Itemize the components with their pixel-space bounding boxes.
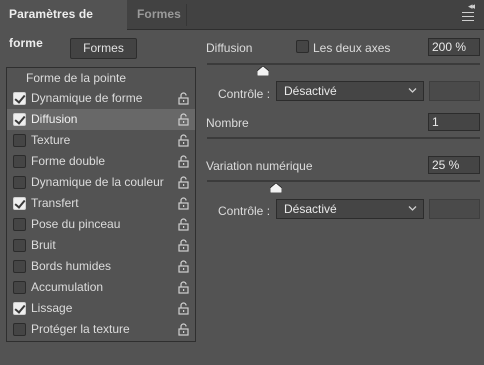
tab-divider — [186, 4, 187, 26]
brush-option-item[interactable]: Dynamique de forme — [7, 88, 195, 109]
lock-icon[interactable] — [178, 281, 189, 294]
lock-icon[interactable] — [178, 260, 189, 273]
option-checkbox[interactable] — [13, 92, 26, 105]
lock-icon[interactable] — [178, 197, 189, 210]
collapse-icon[interactable]: ◂◂ — [468, 1, 475, 12]
count-control-label: Contrôle : — [218, 204, 271, 218]
brush-option-item[interactable]: Dynamique de la couleur — [7, 172, 195, 193]
count-jitter-slider-track[interactable] — [207, 180, 480, 182]
option-label: Texture — [31, 133, 71, 147]
brush-option-item[interactable]: Bords humides — [7, 256, 195, 277]
scatter-control-extra-field — [429, 81, 480, 101]
option-label: Transfert — [31, 196, 79, 210]
count-control-value: Désactivé — [284, 202, 337, 216]
tab-brushes[interactable]: Formes — [137, 0, 181, 30]
option-checkbox[interactable] — [13, 302, 26, 315]
count-value-input[interactable]: 1 — [428, 113, 480, 131]
lock-icon[interactable] — [178, 92, 189, 105]
brush-option-item[interactable]: Protéger la texture — [7, 319, 195, 340]
both-axes-label: Les deux axes — [313, 41, 391, 55]
lock-icon[interactable] — [178, 218, 189, 231]
count-jitter-value-input[interactable]: 25 % — [428, 156, 480, 174]
option-checkbox[interactable] — [13, 218, 26, 231]
lock-icon[interactable] — [178, 155, 189, 168]
option-label: Accumulation — [31, 280, 104, 294]
hamburger-menu-icon[interactable] — [462, 12, 474, 21]
option-checkbox[interactable] — [13, 239, 26, 252]
option-checkbox[interactable] — [13, 134, 26, 147]
lock-icon[interactable] — [178, 302, 189, 315]
both-axes-checkbox[interactable] — [296, 40, 309, 53]
brush-options-list: Forme de la pointe Dynamique de forme Dif… — [6, 67, 196, 342]
option-checkbox[interactable] — [13, 260, 26, 273]
lock-icon[interactable] — [178, 323, 189, 336]
scatter-value-input[interactable]: 200 % — [428, 38, 480, 56]
count-control-extra-field — [429, 199, 480, 219]
lock-icon[interactable] — [178, 239, 189, 252]
option-label: Protéger la texture — [31, 322, 130, 336]
tab-brush-settings[interactable]: Paramètres de forme — [0, 0, 127, 50]
lock-icon[interactable] — [178, 113, 189, 126]
brush-option-item[interactable]: Diffusion — [7, 109, 195, 130]
brush-option-item[interactable]: Transfert — [7, 193, 195, 214]
option-label: Bruit — [31, 238, 56, 252]
brush-option-item[interactable]: Bruit — [7, 235, 195, 256]
option-checkbox[interactable] — [13, 155, 26, 168]
scatter-control-label: Contrôle : — [218, 87, 271, 101]
scatter-slider-thumb[interactable] — [257, 66, 269, 76]
lock-icon[interactable] — [178, 134, 189, 147]
option-checkbox[interactable] — [13, 281, 26, 294]
brush-option-item[interactable]: Accumulation — [7, 277, 195, 298]
brushes-button[interactable]: Formes — [70, 38, 137, 59]
count-label: Nombre — [206, 116, 249, 130]
option-checkbox[interactable] — [13, 176, 26, 189]
option-label: Bords humides — [31, 259, 112, 273]
brush-option-item[interactable]: Lissage — [7, 298, 195, 319]
option-label: Pose du pinceau — [31, 217, 121, 231]
option-checkbox[interactable] — [13, 323, 26, 336]
chevron-down-icon — [408, 206, 417, 211]
option-checkbox[interactable] — [13, 113, 26, 126]
scatter-label: Diffusion — [206, 41, 253, 55]
panel-tab-bar: Paramètres de forme Formes ◂◂ — [0, 0, 484, 50]
chevron-down-icon — [408, 88, 417, 93]
scatter-slider-track[interactable] — [207, 63, 480, 65]
count-jitter-label: Variation numérique — [206, 159, 313, 173]
brush-option-item[interactable]: Texture — [7, 130, 195, 151]
option-label: Diffusion — [31, 112, 78, 126]
option-label: Dynamique de forme — [31, 91, 143, 105]
count-control-select[interactable]: Désactivé — [276, 199, 424, 219]
count-slider-track[interactable] — [207, 137, 480, 139]
lock-icon[interactable] — [178, 176, 189, 189]
scatter-control-select[interactable]: Désactivé — [276, 81, 424, 101]
option-checkbox[interactable] — [13, 197, 26, 210]
scatter-control-value: Désactivé — [284, 84, 337, 98]
brush-tip-shape-item[interactable]: Forme de la pointe — [7, 68, 195, 88]
count-jitter-slider-thumb[interactable] — [270, 183, 282, 193]
brush-option-item[interactable]: Pose du pinceau — [7, 214, 195, 235]
option-label: Dynamique de la couleur — [31, 175, 164, 189]
option-label: Forme double — [31, 154, 106, 168]
brush-option-item[interactable]: Forme double — [7, 151, 195, 172]
option-label: Lissage — [31, 301, 73, 315]
